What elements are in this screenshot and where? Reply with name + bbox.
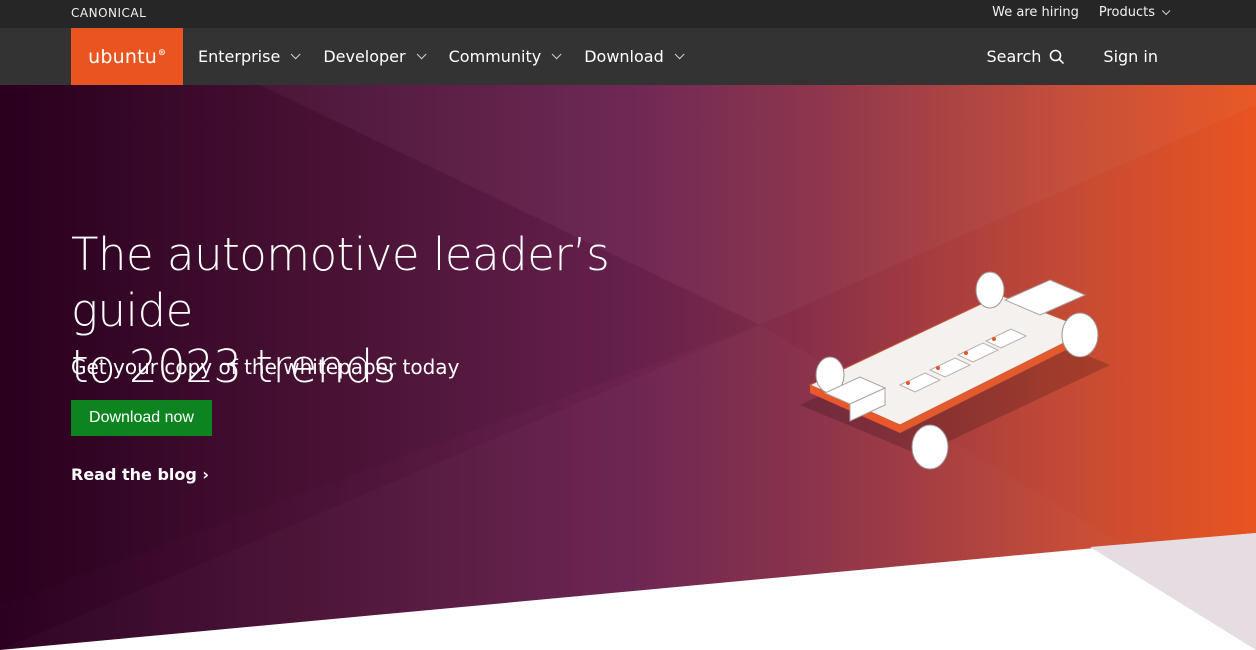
search-icon: [1050, 49, 1065, 64]
products-menu[interactable]: Products: [1098, 5, 1171, 20]
chevron-down-icon: [1161, 6, 1171, 15]
chevron-down-icon: [551, 49, 562, 60]
canonical-logo-text: CANONICAL: [71, 6, 147, 20]
chevron-down-icon: [416, 49, 427, 60]
read-the-blog-link[interactable]: Read the blog ›: [71, 465, 209, 484]
nav-right: Search Sign in: [986, 28, 1158, 85]
hero-title-line-1: The automotive leader’s guide: [71, 228, 610, 337]
ubuntu-wordmark-text: ubuntu: [88, 45, 158, 68]
sign-in-link[interactable]: Sign in: [1103, 47, 1158, 66]
nav-item-label: Enterprise: [198, 47, 281, 66]
canonical-logo[interactable]: CANONICAL: [71, 6, 146, 20]
canonical-topbar: CANONICAL We are hiring Products: [0, 0, 1256, 28]
search-label: Search: [986, 47, 1042, 66]
nav-item-download[interactable]: Download: [584, 47, 685, 66]
chevron-down-icon: [674, 49, 685, 60]
ubuntu-logo[interactable]: ubuntu⊛: [71, 28, 183, 85]
nav-menu: Enterprise Developer Community Download: [198, 28, 685, 85]
nav-item-label: Developer: [323, 47, 406, 66]
nav-item-enterprise[interactable]: Enterprise: [198, 47, 301, 66]
car-chassis-illustration: [800, 271, 1110, 470]
download-now-button[interactable]: Download now: [71, 400, 212, 436]
hero-subtitle: Get your copy of the whitepaper today: [71, 355, 460, 379]
nav-item-community[interactable]: Community: [448, 47, 562, 66]
hero-banner: The automotive leader’s guide to 2023 tre…: [0, 85, 1256, 650]
main-navigation: ubuntu⊛ Enterprise Developer Community D…: [0, 28, 1256, 85]
circle-of-friends-icon: ⊛: [158, 47, 166, 58]
ubuntu-wordmark: ubuntu⊛: [88, 46, 166, 68]
products-label: Products: [1098, 5, 1155, 20]
topbar-links: We are hiring Products: [992, 5, 1171, 20]
nav-item-label: Download: [584, 47, 664, 66]
sign-in-label: Sign in: [1103, 47, 1158, 66]
search-button[interactable]: Search: [986, 47, 1065, 66]
we-are-hiring-label: We are hiring: [992, 5, 1079, 20]
nav-item-developer[interactable]: Developer: [323, 47, 427, 66]
we-are-hiring-link[interactable]: We are hiring: [992, 5, 1079, 20]
nav-item-label: Community: [448, 47, 542, 66]
chevron-down-icon: [290, 49, 301, 60]
